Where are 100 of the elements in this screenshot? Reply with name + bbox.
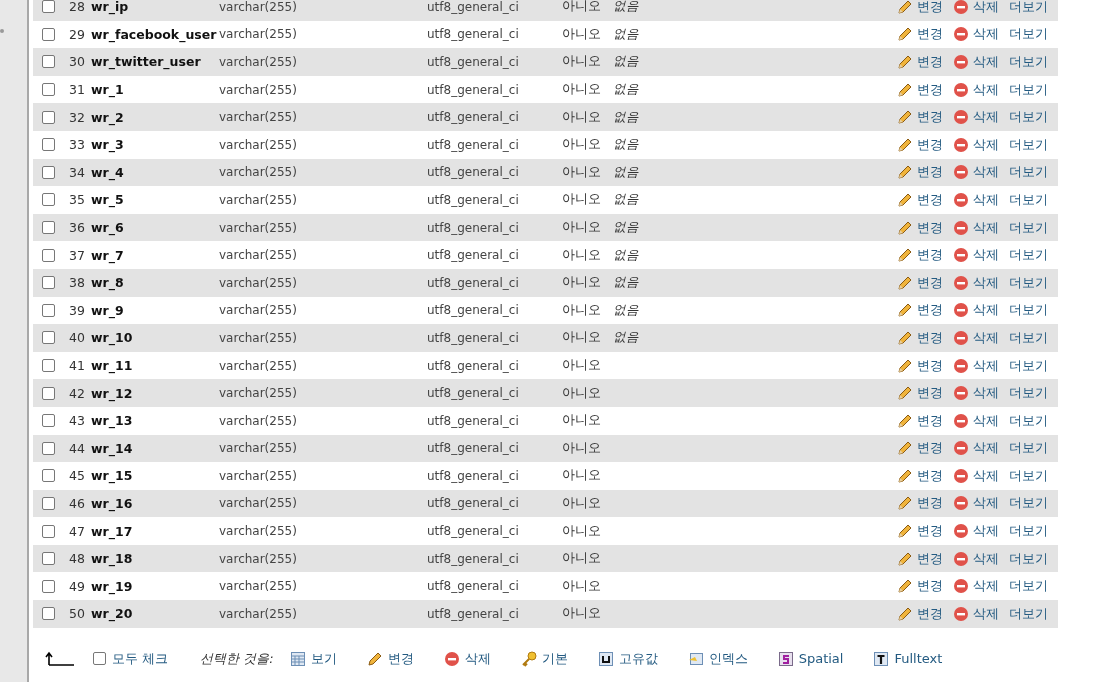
change-button[interactable]: 변경 xyxy=(366,649,414,668)
more-link[interactable]: 더보기 xyxy=(1009,135,1048,154)
row-checkbox[interactable] xyxy=(41,248,55,262)
more-link[interactable]: 더보기 xyxy=(1009,384,1048,403)
change-link[interactable]: 변경 xyxy=(897,494,943,513)
row-checkbox[interactable] xyxy=(41,27,55,41)
change-link[interactable]: 변경 xyxy=(897,356,943,375)
more-link[interactable]: 더보기 xyxy=(1009,604,1048,623)
row-checkbox[interactable] xyxy=(41,552,55,566)
drop-link[interactable]: 삭제 xyxy=(953,328,999,347)
drop-button[interactable]: 삭제 xyxy=(443,649,491,668)
drop-link[interactable]: 삭제 xyxy=(953,604,999,623)
row-checkbox[interactable] xyxy=(41,83,55,97)
row-checkbox[interactable] xyxy=(41,414,55,428)
more-link[interactable]: 더보기 xyxy=(1009,328,1048,347)
change-link[interactable]: 변경 xyxy=(897,273,943,292)
row-checkbox[interactable] xyxy=(41,276,55,290)
drop-link[interactable]: 삭제 xyxy=(953,549,999,568)
fulltext-button[interactable]: Fulltext xyxy=(873,650,943,667)
drop-link[interactable]: 삭제 xyxy=(953,577,999,596)
more-link[interactable]: 더보기 xyxy=(1009,356,1048,375)
more-link[interactable]: 더보기 xyxy=(1009,273,1048,292)
row-checkbox[interactable] xyxy=(41,193,55,207)
drop-link[interactable]: 삭제 xyxy=(953,384,999,403)
drop-link[interactable]: 삭제 xyxy=(953,218,999,237)
row-checkbox[interactable] xyxy=(41,579,55,593)
row-checkbox[interactable] xyxy=(41,497,55,510)
change-link[interactable]: 변경 xyxy=(897,80,943,99)
more-link[interactable]: 더보기 xyxy=(1009,108,1048,127)
drop-link[interactable]: 삭제 xyxy=(953,135,999,154)
spatial-button[interactable]: Spatial xyxy=(777,650,844,667)
more-link[interactable]: 더보기 xyxy=(1009,522,1048,541)
drop-link[interactable]: 삭제 xyxy=(953,108,999,127)
row-checkbox[interactable] xyxy=(41,55,55,69)
drop-link[interactable]: 삭제 xyxy=(953,356,999,375)
change-link[interactable]: 변경 xyxy=(897,25,943,44)
row-checkbox[interactable] xyxy=(41,110,55,124)
check-all-checkbox[interactable] xyxy=(93,652,106,666)
more-link[interactable]: 더보기 xyxy=(1009,577,1048,596)
change-link[interactable]: 변경 xyxy=(897,384,943,403)
change-link[interactable]: 변경 xyxy=(897,190,943,209)
more-link[interactable]: 더보기 xyxy=(1009,246,1048,265)
row-checkbox[interactable] xyxy=(41,441,55,455)
more-link[interactable]: 더보기 xyxy=(1009,190,1048,209)
drop-link[interactable]: 삭제 xyxy=(953,53,999,71)
change-link[interactable]: 변경 xyxy=(897,604,943,623)
drop-link[interactable]: 삭제 xyxy=(953,411,999,430)
more-link[interactable]: 더보기 xyxy=(1009,218,1048,237)
drop-link[interactable]: 삭제 xyxy=(953,80,999,99)
change-link[interactable]: 변경 xyxy=(897,411,943,430)
primary-button[interactable]: 기본 xyxy=(520,649,568,668)
drop-link[interactable]: 삭제 xyxy=(953,163,999,182)
change-link[interactable]: 변경 xyxy=(897,163,943,182)
change-link[interactable]: 변경 xyxy=(897,328,943,347)
more-link[interactable]: 더보기 xyxy=(1009,53,1048,71)
row-checkbox[interactable] xyxy=(41,524,55,538)
row-checkbox[interactable] xyxy=(41,0,55,14)
row-checkbox[interactable] xyxy=(41,165,55,179)
change-link[interactable]: 변경 xyxy=(897,301,943,320)
drop-link[interactable]: 삭제 xyxy=(953,301,999,320)
row-checkbox[interactable] xyxy=(41,303,55,317)
check-all-link[interactable]: 모두 체크 xyxy=(112,649,169,668)
drop-link[interactable]: 삭제 xyxy=(953,466,999,485)
row-checkbox[interactable] xyxy=(41,359,55,372)
drop-link[interactable]: 삭제 xyxy=(953,494,999,513)
change-link[interactable]: 변경 xyxy=(897,522,943,541)
change-link[interactable]: 변경 xyxy=(897,577,943,596)
row-checkbox[interactable] xyxy=(41,469,55,483)
change-link[interactable]: 변경 xyxy=(897,246,943,265)
more-link[interactable]: 더보기 xyxy=(1009,494,1048,513)
row-checkbox[interactable] xyxy=(41,607,55,621)
drop-link[interactable]: 삭제 xyxy=(953,246,999,265)
row-checkbox[interactable] xyxy=(41,331,55,345)
change-link[interactable]: 변경 xyxy=(897,135,943,154)
change-link[interactable]: 변경 xyxy=(897,0,943,16)
more-link[interactable]: 더보기 xyxy=(1009,549,1048,568)
row-checkbox[interactable] xyxy=(41,138,55,152)
more-link[interactable]: 더보기 xyxy=(1009,439,1048,458)
change-link[interactable]: 변경 xyxy=(897,218,943,237)
drop-link[interactable]: 삭제 xyxy=(953,522,999,541)
more-link[interactable]: 더보기 xyxy=(1009,163,1048,182)
change-link[interactable]: 변경 xyxy=(897,466,943,485)
more-link[interactable]: 더보기 xyxy=(1009,301,1048,320)
more-link[interactable]: 더보기 xyxy=(1009,25,1048,44)
more-link[interactable]: 더보기 xyxy=(1009,0,1048,16)
change-link[interactable]: 변경 xyxy=(897,108,943,127)
index-button[interactable]: 인덱스 xyxy=(687,649,748,668)
drop-link[interactable]: 삭제 xyxy=(953,439,999,458)
change-link[interactable]: 변경 xyxy=(897,549,943,568)
browse-button[interactable]: 보기 xyxy=(289,649,337,668)
drop-link[interactable]: 삭제 xyxy=(953,25,999,44)
drop-link[interactable]: 삭제 xyxy=(953,273,999,292)
more-link[interactable]: 더보기 xyxy=(1009,466,1048,485)
change-link[interactable]: 변경 xyxy=(897,439,943,458)
row-checkbox[interactable] xyxy=(41,386,55,400)
change-link[interactable]: 변경 xyxy=(897,53,943,71)
more-link[interactable]: 더보기 xyxy=(1009,411,1048,430)
drop-link[interactable]: 삭제 xyxy=(953,190,999,209)
row-checkbox[interactable] xyxy=(41,221,55,235)
unique-button[interactable]: 고유값 xyxy=(597,649,658,668)
